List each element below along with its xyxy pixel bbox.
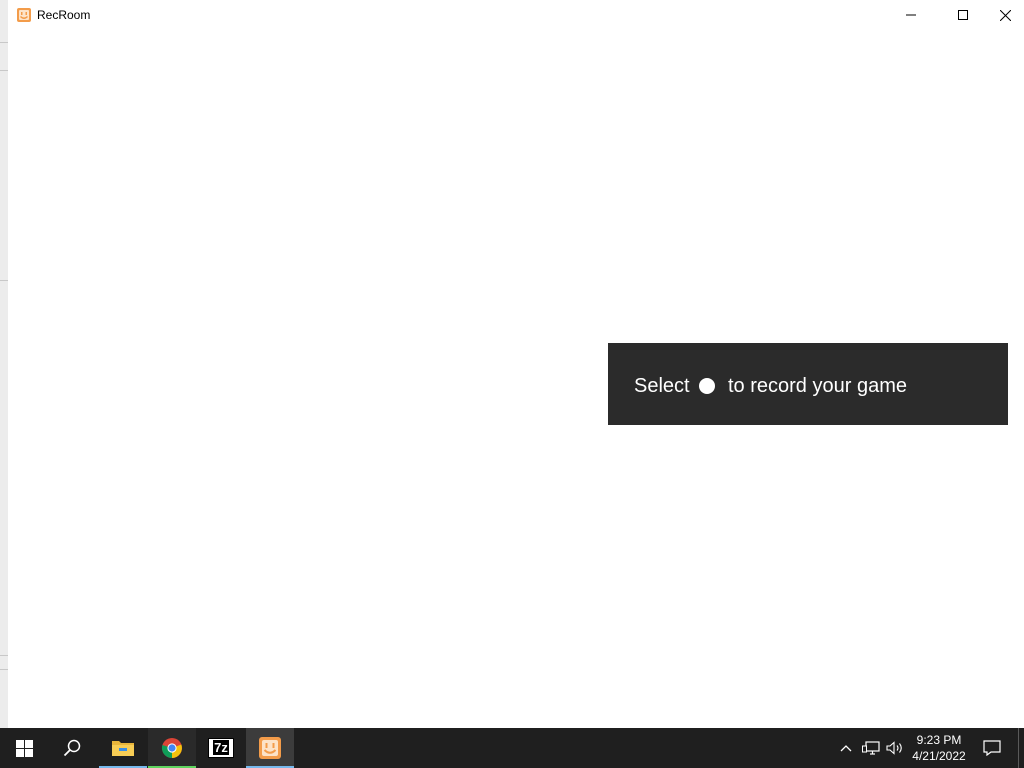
maximize-icon bbox=[958, 10, 968, 20]
network-button[interactable] bbox=[860, 728, 882, 768]
7zip-icon: 7z bbox=[208, 738, 234, 758]
clock-time: 9:23 PM bbox=[916, 733, 962, 747]
record-game-toast: Select to record your game bbox=[608, 343, 1008, 425]
action-center-button[interactable] bbox=[980, 728, 1004, 768]
chrome-button[interactable] bbox=[148, 728, 196, 768]
close-button[interactable] bbox=[986, 0, 1024, 30]
show-hidden-icons-button[interactable] bbox=[836, 728, 856, 768]
folder-icon bbox=[112, 741, 134, 756]
file-explorer-button[interactable] bbox=[99, 728, 147, 768]
minimize-icon bbox=[906, 14, 916, 16]
recroom-taskbar-button[interactable] bbox=[246, 728, 294, 768]
windows-logo-icon bbox=[15, 739, 33, 757]
recroom-icon bbox=[259, 737, 281, 759]
maximize-button[interactable] bbox=[940, 0, 986, 30]
search-button[interactable] bbox=[48, 728, 96, 768]
network-icon bbox=[862, 741, 880, 755]
window-title: RecRoom bbox=[37, 8, 91, 22]
toast-text-select: Select bbox=[634, 375, 690, 397]
chevron-up-icon bbox=[840, 745, 852, 752]
close-icon bbox=[999, 9, 1011, 21]
toast-text-record: to record your game bbox=[728, 375, 907, 397]
taskbar: 7z 9:23 PM 4/21/2022 bbox=[0, 728, 1024, 768]
recroom-window: RecRoom Select to record your game bbox=[8, 0, 1024, 728]
search-icon bbox=[63, 739, 81, 757]
start-button[interactable] bbox=[0, 728, 48, 768]
title-bar[interactable]: RecRoom bbox=[8, 0, 1024, 30]
taskbar-clock[interactable]: 9:23 PM 4/21/2022 bbox=[902, 732, 976, 764]
notification-icon bbox=[983, 740, 1001, 756]
minimize-button[interactable] bbox=[888, 0, 934, 30]
chrome-icon bbox=[161, 738, 182, 759]
clock-date: 4/21/2022 bbox=[912, 749, 966, 763]
record-dot-icon bbox=[699, 378, 715, 394]
show-desktop-button[interactable] bbox=[1018, 728, 1024, 768]
recroom-icon bbox=[16, 7, 32, 23]
7zip-button[interactable]: 7z bbox=[197, 728, 245, 768]
